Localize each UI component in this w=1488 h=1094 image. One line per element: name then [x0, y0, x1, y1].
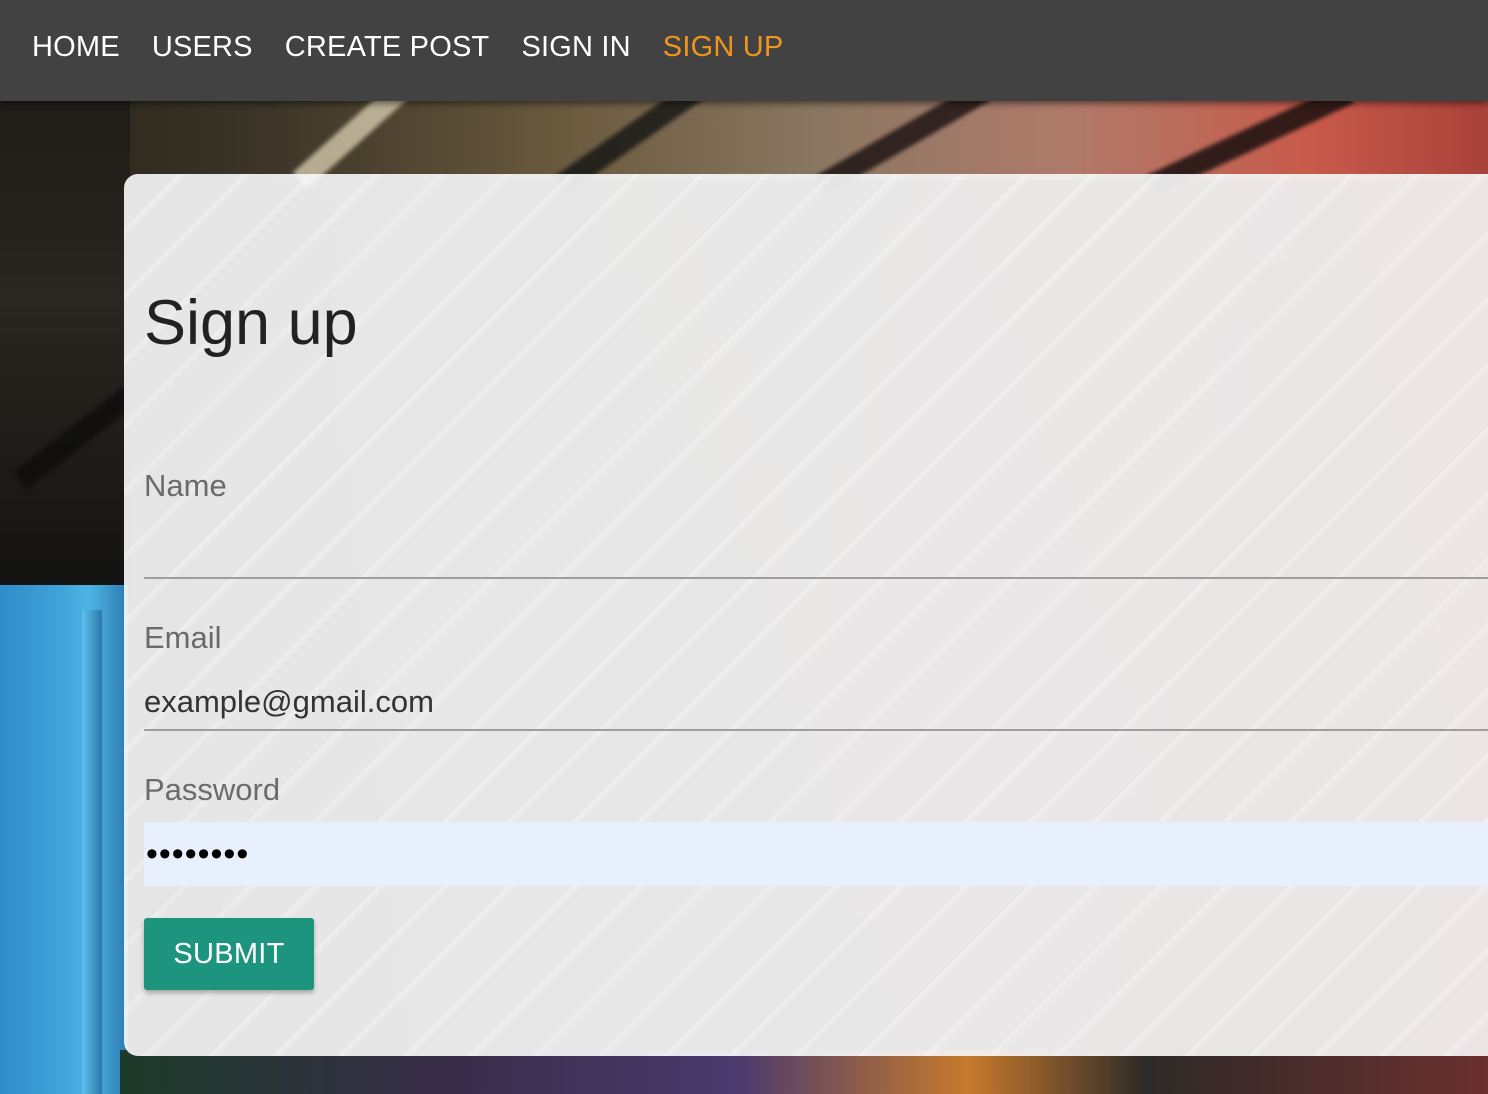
email-underline — [144, 729, 1488, 731]
background-bottom-strip — [120, 1050, 1488, 1094]
nav-create-post-link[interactable]: CREATE POST — [285, 33, 490, 62]
background-left-blue-edge — [82, 610, 102, 1094]
password-label: Password — [144, 772, 281, 807]
top-navbar: HOME USERS CREATE POST SIGN IN SIGN UP — [0, 0, 1488, 101]
nav-users-link[interactable]: USERS — [152, 33, 253, 62]
background-left-dark — [0, 100, 130, 600]
password-input[interactable] — [144, 822, 1488, 886]
email-label: Email — [144, 620, 222, 655]
nav-sign-in-link[interactable]: SIGN IN — [521, 33, 630, 62]
signup-card: Sign up Name Email Password SUBMIT — [124, 174, 1488, 1056]
name-underline — [144, 577, 1488, 579]
nav-sign-up-link[interactable]: SIGN UP — [663, 33, 784, 62]
page-title: Sign up — [144, 288, 358, 358]
nav-home-link[interactable]: HOME — [32, 33, 120, 62]
email-input[interactable] — [144, 678, 1488, 726]
name-label: Name — [144, 468, 227, 503]
name-input[interactable] — [144, 526, 1488, 574]
submit-button[interactable]: SUBMIT — [144, 918, 314, 990]
background-left-blue — [0, 585, 128, 1094]
